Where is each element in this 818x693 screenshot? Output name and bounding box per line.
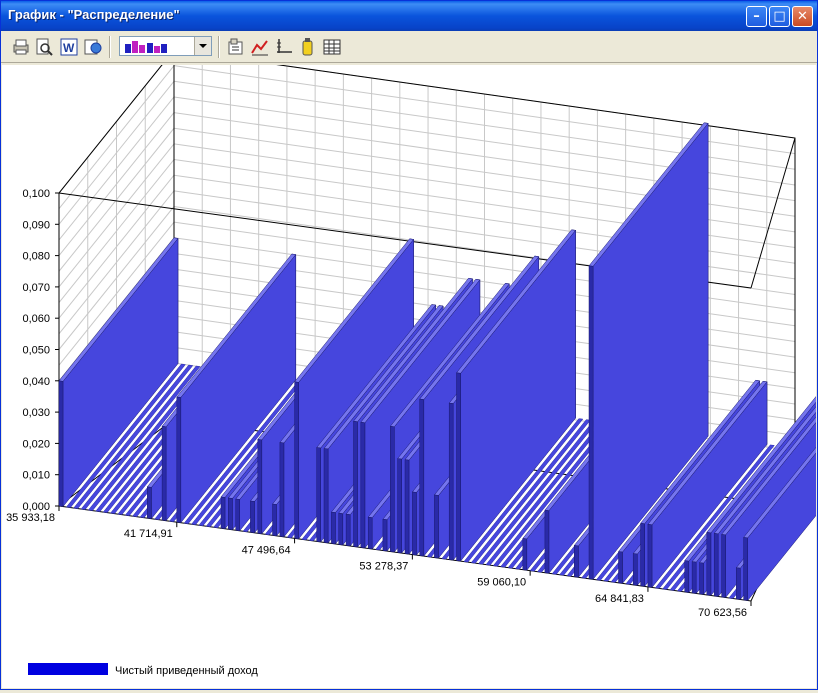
- web-export-icon[interactable]: [83, 37, 103, 57]
- bar-front: [412, 491, 417, 556]
- bar-front: [390, 426, 395, 553]
- chart-area: 0,000 0,010 0,020 0,030 0,040 0,050 0,060 0,070…: [2, 49, 818, 688]
- bar-front: [684, 560, 690, 593]
- bar-front: [220, 496, 226, 530]
- bar-front: [544, 509, 550, 574]
- chart-type-icon: [125, 41, 167, 53]
- bar-front: [161, 425, 167, 521]
- bar-front: [721, 534, 726, 598]
- bar-front: [235, 498, 240, 532]
- bar-front: [338, 512, 344, 546]
- bar-front: [522, 538, 528, 571]
- bar-chart-3d: 0,0000,0100,0200,0300,0400,0500,0600,070…: [6, 49, 818, 677]
- word-export-icon[interactable]: W: [59, 37, 79, 57]
- svg-text:W: W: [63, 41, 75, 55]
- legend-label: Чистый приведенный доход: [115, 665, 258, 677]
- bar-front: [272, 503, 277, 537]
- bar-front: [699, 562, 704, 595]
- x-tick-label: 47 496,64: [242, 544, 291, 556]
- bar-front: [419, 398, 425, 557]
- print-icon[interactable]: [11, 37, 31, 57]
- bar-front: [250, 500, 255, 534]
- bar-front: [58, 380, 64, 507]
- y-tick-label: 0,080: [22, 251, 50, 263]
- bar-front: [345, 513, 351, 547]
- bar-front: [367, 516, 373, 550]
- bar-front: [382, 518, 388, 552]
- x-tick-label: 41 714,91: [124, 528, 173, 540]
- bar-front: [434, 494, 439, 559]
- maximize-button[interactable]: □: [769, 6, 790, 27]
- bar-front: [176, 396, 182, 523]
- bar-front: [323, 448, 329, 544]
- bar-front: [404, 459, 410, 555]
- bar-front: [647, 524, 653, 588]
- bar-front: [640, 522, 645, 587]
- bar-front: [618, 551, 623, 584]
- y-tick-label: 0,070: [22, 282, 50, 294]
- x-tick-label: 59 060,10: [477, 577, 526, 589]
- bar-front: [353, 420, 358, 548]
- bar-front: [228, 497, 233, 531]
- bar-front: [574, 545, 579, 578]
- bar-front: [632, 553, 638, 586]
- bar-front: [294, 381, 299, 540]
- x-tick-label: 53 278,37: [359, 561, 408, 573]
- y-tick-label: 0,100: [22, 188, 50, 200]
- bar-front: [331, 511, 336, 545]
- maximize-icon: □: [773, 9, 786, 24]
- properties-icon[interactable]: [226, 37, 246, 57]
- x-tick-label: 70 623,56: [698, 607, 747, 619]
- x-tick-label: 64 841,83: [595, 593, 644, 605]
- series-icon[interactable]: [250, 37, 270, 57]
- close-icon: ✕: [797, 9, 808, 24]
- bar-front: [397, 458, 402, 554]
- bar-front: [448, 402, 454, 561]
- toolbar: W: [1, 31, 817, 63]
- bar-front: [743, 537, 748, 601]
- print-preview-icon[interactable]: [34, 37, 54, 57]
- y-tick-label: 0,020: [22, 438, 50, 450]
- y-tick-label: 0,090: [22, 219, 50, 231]
- palette-icon[interactable]: [298, 37, 318, 57]
- bar-front: [588, 265, 594, 580]
- bar-front: [713, 533, 719, 597]
- bar-front: [706, 532, 712, 596]
- title-bar[interactable]: График - "Распределение" – □ ✕: [1, 1, 817, 31]
- toolbar-separator: [109, 36, 111, 58]
- top-right-edge: [750, 137, 796, 289]
- bar-front: [147, 486, 152, 519]
- x-tick-label: 35 933,18: [6, 512, 55, 524]
- y-tick-label: 0,040: [22, 376, 50, 388]
- chart-type-dropdown[interactable]: [119, 36, 212, 56]
- y-tick-label: 0,010: [22, 470, 50, 482]
- minimize-icon: –: [753, 9, 760, 24]
- bar-front: [456, 372, 461, 562]
- legend-swatch: [28, 663, 108, 675]
- close-button[interactable]: ✕: [792, 6, 813, 27]
- y-tick-label: 0,030: [22, 407, 50, 419]
- window-title: График - "Распределение": [8, 7, 180, 22]
- minimize-button[interactable]: –: [746, 6, 767, 27]
- bar-front: [691, 561, 697, 594]
- bar-front: [279, 442, 285, 538]
- axes-icon[interactable]: [274, 37, 294, 57]
- bar-front: [257, 439, 263, 535]
- toolbar-separator: [218, 36, 220, 58]
- data-table-icon[interactable]: [322, 37, 342, 57]
- chevron-down-icon[interactable]: [194, 37, 211, 55]
- y-tick-label: 0,060: [22, 313, 50, 325]
- y-tick-label: 0,050: [22, 345, 50, 357]
- chart-window: График - "Распределение" – □ ✕ W 0,000 0…: [0, 0, 818, 690]
- bar-front: [736, 567, 741, 600]
- bar-front: [316, 447, 321, 543]
- bar-front: [360, 421, 366, 549]
